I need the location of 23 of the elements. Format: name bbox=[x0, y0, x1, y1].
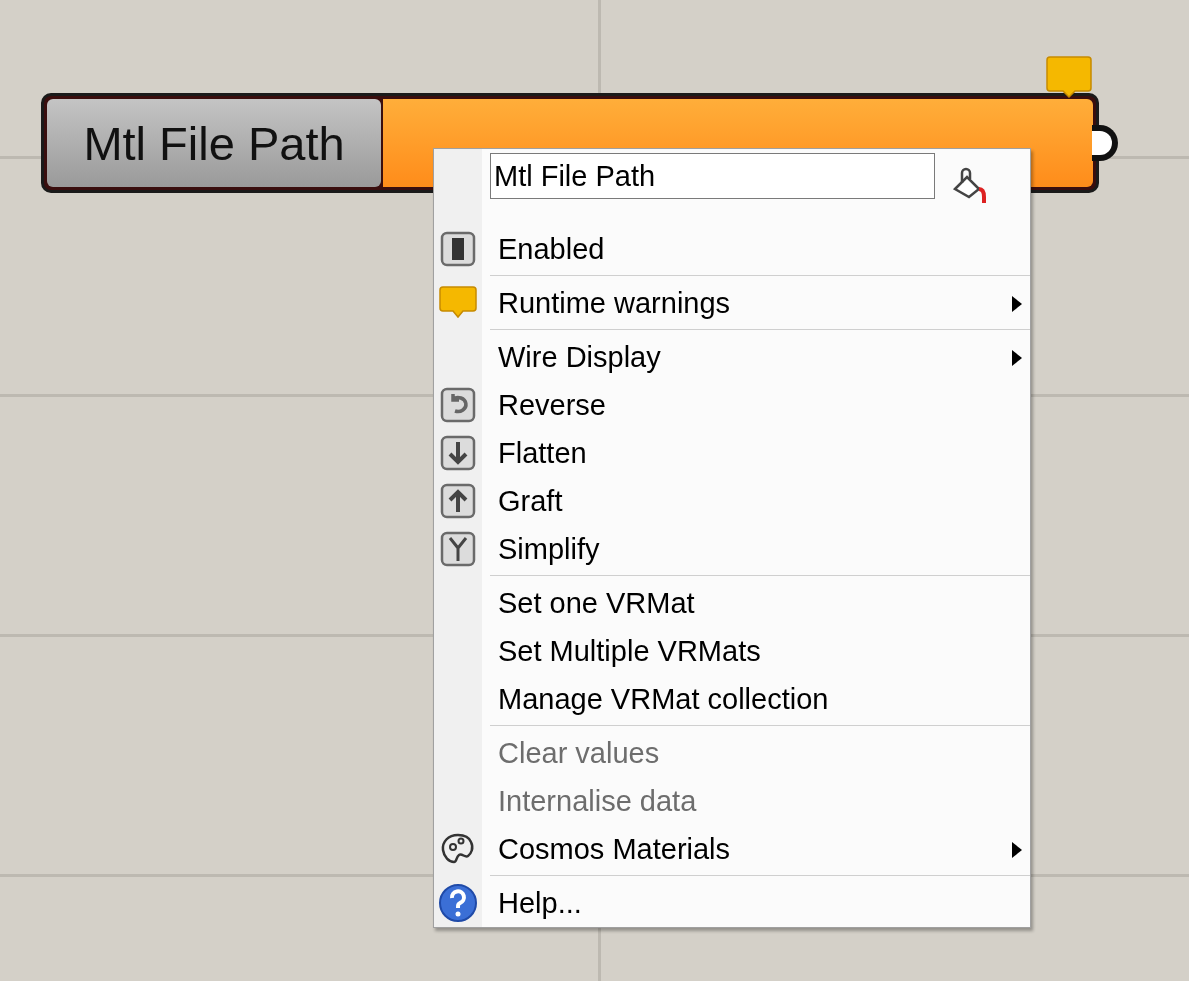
menu-item[interactable]: Help... bbox=[434, 879, 1030, 927]
help-icon bbox=[438, 883, 478, 923]
palette-icon bbox=[440, 832, 476, 866]
submenu-arrow-icon bbox=[1012, 842, 1022, 858]
toggle-icon bbox=[440, 231, 476, 267]
speech-bubble-icon bbox=[439, 285, 477, 321]
submenu-arrow-icon bbox=[1012, 350, 1022, 366]
output-port[interactable] bbox=[1092, 125, 1118, 161]
menu-item[interactable]: Set Multiple VRMats bbox=[434, 627, 1030, 675]
menu-item[interactable]: Reverse bbox=[434, 381, 1030, 429]
menu-item[interactable]: Enabled bbox=[434, 225, 1030, 273]
name-field[interactable]: Mtl File Path bbox=[490, 153, 935, 199]
menu-item[interactable]: Cosmos Materials bbox=[434, 825, 1030, 873]
menu-item[interactable]: Simplify bbox=[434, 525, 1030, 573]
submenu-arrow-icon bbox=[1012, 296, 1022, 312]
menu-item[interactable]: Graft bbox=[434, 477, 1030, 525]
warning-bubble-icon bbox=[1045, 55, 1093, 99]
menu-item[interactable]: Manage VRMat collection bbox=[434, 675, 1030, 723]
menu-item[interactable]: Set one VRMat bbox=[434, 579, 1030, 627]
menu-item[interactable]: Flatten bbox=[434, 429, 1030, 477]
node-name: Mtl File Path bbox=[47, 99, 381, 187]
menu-item[interactable]: Runtime warnings bbox=[434, 279, 1030, 327]
menu-item[interactable]: Wire Display bbox=[434, 333, 1030, 381]
